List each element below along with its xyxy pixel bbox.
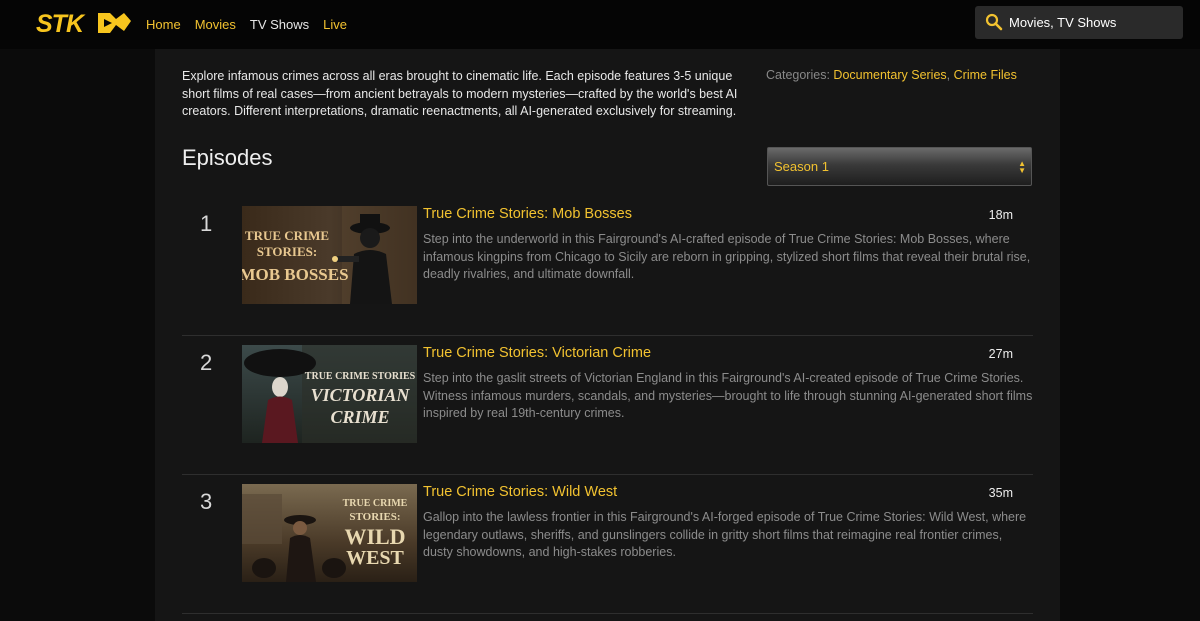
episode-number: 1 [200, 211, 213, 236]
thumb-title-line: CRIME [330, 407, 389, 427]
episode-item: 1 TRUE CRIME STORIES: MOB BOSSES True Cr… [182, 197, 1033, 336]
episode-description: Step into the gaslit streets of Victoria… [423, 371, 1033, 420]
episode-title-link[interactable]: True Crime Stories: Mob Bosses [423, 206, 632, 222]
season-select-value: Season 1 [774, 159, 829, 174]
episode-number: 3 [200, 489, 213, 514]
thumb-title-line: STORIES: [257, 244, 317, 259]
stkd-logo[interactable]: STK [36, 9, 132, 37]
category-separator: , [946, 68, 951, 82]
episode-title-link[interactable]: True Crime Stories: Victorian Crime [423, 345, 651, 361]
episodes-heading: Episodes [182, 145, 273, 170]
search-icon[interactable] [985, 13, 1003, 31]
svg-text:STK: STK [36, 10, 86, 37]
episode-duration: 18m [988, 208, 1013, 222]
thumb-title-line: WILD [344, 524, 405, 549]
nav-home-link[interactable]: Home [146, 17, 181, 32]
episode-title-link[interactable]: True Crime Stories: Wild West [423, 484, 617, 500]
episode-thumbnail[interactable]: TRUE CRIME STORIES: MOB BOSSES [242, 206, 417, 304]
episode-item: 3 TRUE CRIME STORIES: WILD WEST True Cri… [182, 475, 1033, 614]
thumb-title-line: WEST [346, 547, 404, 569]
episode-duration: 35m [988, 486, 1013, 500]
select-arrows-icon: ▲ ▼ [1018, 159, 1026, 175]
search-box[interactable] [975, 6, 1183, 39]
episode-thumbnail[interactable]: TRUE CRIME STORIES VICTORIAN CRIME [242, 345, 417, 443]
episode-description: Gallop into the lawless frontier in this… [423, 510, 1027, 559]
category-documentary-series-link[interactable]: Documentary Series [833, 68, 946, 82]
season-select[interactable]: Season 1 ▲ ▼ [767, 147, 1032, 186]
category-crime-files-link[interactable]: Crime Files [954, 68, 1017, 82]
episode-description: Step into the underworld in this Fairgro… [423, 232, 1031, 281]
search-input[interactable] [1009, 6, 1177, 39]
thumb-title-line: VICTORIAN [311, 385, 411, 405]
episode-thumbnail[interactable]: TRUE CRIME STORIES: WILD WEST [242, 484, 417, 582]
series-description: Explore infamous crimes across all eras … [182, 69, 738, 118]
main-nav: Home Movies TV Shows Live [146, 0, 361, 49]
nav-movies-link[interactable]: Movies [195, 17, 236, 32]
episode-item: 2 TRUE CRIME STORIES VICTORIAN CRIME Tru… [182, 336, 1033, 475]
categories: Categories: Documentary Series, Crime Fi… [766, 68, 1017, 82]
categories-label: Categories: [766, 68, 830, 82]
thumb-title-line: TRUE CRIME [245, 228, 329, 243]
thumb-title-line: MOB BOSSES [242, 265, 349, 284]
thumb-title-line: TRUE CRIME [343, 498, 408, 509]
thumb-title-line: TRUE CRIME STORIES [305, 371, 416, 382]
series-content: Explore infamous crimes across all eras … [155, 49, 1060, 621]
episode-duration: 27m [988, 347, 1013, 361]
nav-tv-shows-link[interactable]: TV Shows [250, 17, 309, 32]
nav-live-link[interactable]: Live [323, 17, 347, 32]
thumb-title-line: STORIES: [349, 511, 400, 523]
episode-number: 2 [200, 350, 213, 375]
top-navigation-bar: STK Home Movies TV Shows Live [0, 0, 1200, 49]
